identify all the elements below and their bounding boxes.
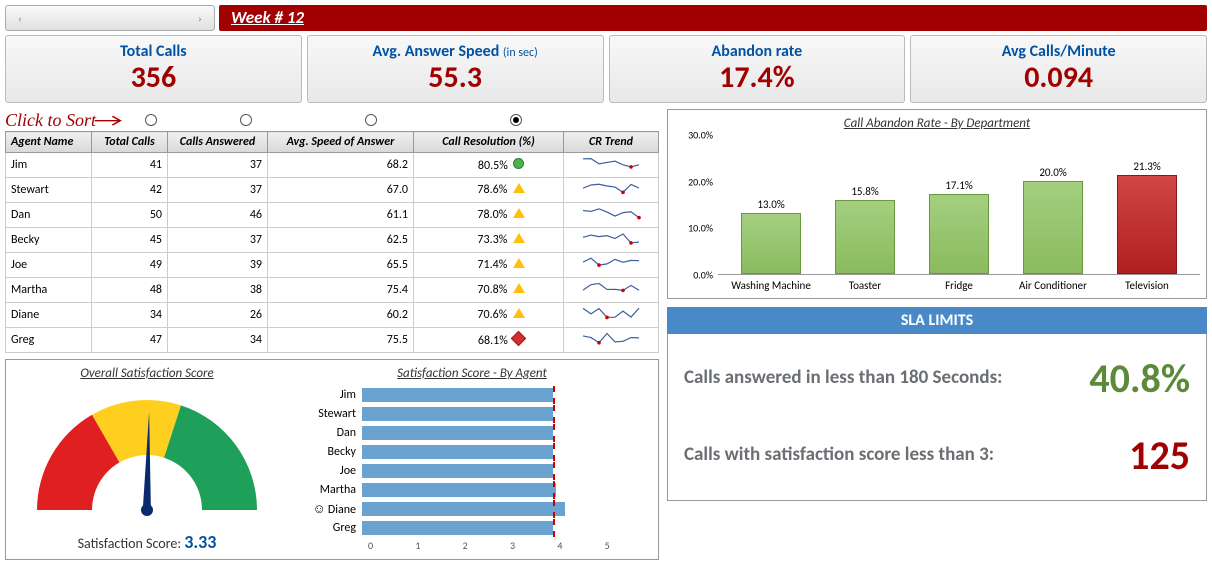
table-row: Martha483875.4 70.8% xyxy=(6,278,659,303)
col-calls-answered[interactable]: Calls Answered xyxy=(168,132,268,153)
kpi-answer-speed: Avg. Answer Speed (in sec) 55.3 xyxy=(307,35,604,103)
sat-by-agent-title: Satisfaction Score - By Agent xyxy=(292,366,652,381)
sparkline xyxy=(564,278,659,303)
dept-bar: 20.0% xyxy=(1010,166,1096,274)
sparkline xyxy=(564,228,659,253)
col-trend[interactable]: CR Trend xyxy=(564,132,659,153)
col-speed[interactable]: Avg. Speed of Answer xyxy=(268,132,414,153)
kpi-total-calls: Total Calls 356 xyxy=(5,35,302,103)
kpi-value: 17.4% xyxy=(610,61,905,94)
agent-table: Agent Name Total Calls Calls Answered Av… xyxy=(5,131,659,353)
sat-bar-row: ☺Diane xyxy=(292,499,652,518)
sparkline xyxy=(564,328,659,353)
sla-body: Calls answered in less than 180 Seconds:… xyxy=(667,334,1207,501)
sla-answered-label: Calls answered in less than 180 Seconds: xyxy=(684,367,1089,390)
gauge-chart xyxy=(22,385,272,520)
table-row: Becky453762.5 73.3% xyxy=(6,228,659,253)
sla-lowsat-value: 125 xyxy=(1129,431,1190,480)
next-week-button[interactable]: › xyxy=(192,12,208,25)
sat-bar-row: Greg xyxy=(292,518,652,537)
week-selector[interactable]: ‹ › xyxy=(5,5,215,31)
table-row: Diane342660.2 70.6% xyxy=(6,303,659,328)
dept-bar: 15.8% xyxy=(822,185,908,274)
sparkline xyxy=(564,153,659,178)
abandon-rate-chart: Call Abandon Rate - By Department 0.0%10… xyxy=(667,109,1207,299)
sat-bar-row: Jim xyxy=(292,385,652,404)
week-title: Week # 12 xyxy=(219,5,1207,31)
col-resolution[interactable]: Call Resolution (%) xyxy=(414,132,564,153)
chart-title: Call Abandon Rate - By Department xyxy=(674,116,1200,131)
table-row: Stewart423767.0 78.6% xyxy=(6,178,659,203)
sla-answered-value: 40.8% xyxy=(1089,354,1190,403)
sparkline xyxy=(564,178,659,203)
sat-bar-row: Dan xyxy=(292,423,652,442)
sparkline xyxy=(564,253,659,278)
table-row: Dan504661.1 78.0% xyxy=(6,203,659,228)
table-row: Greg473475.5 68.1% xyxy=(6,328,659,353)
sort-hint: Click to Sort xyxy=(5,110,96,131)
sla-lowsat-label: Calls with satisfaction score less than … xyxy=(684,444,1129,467)
prev-week-button[interactable]: ‹ xyxy=(12,12,28,25)
sort-radio-speed[interactable] xyxy=(365,114,377,126)
sort-radio-calls-answered[interactable] xyxy=(240,114,252,126)
sla-header: SLA LIMITS xyxy=(667,307,1207,334)
table-row: Joe493965.5 71.4% xyxy=(6,253,659,278)
sparkline xyxy=(564,303,659,328)
gauge-value-label: Satisfaction Score: 3.33 xyxy=(12,531,282,553)
sort-radio-total-calls[interactable] xyxy=(145,114,157,126)
kpi-calls-per-minute: Avg Calls/Minute 0.094 xyxy=(910,35,1207,103)
sparkline xyxy=(564,203,659,228)
gauge-title: Overall Satisfaction Score xyxy=(12,366,282,381)
dept-bar: 17.1% xyxy=(916,179,1002,274)
kpi-value: 356 xyxy=(6,61,301,94)
kpi-abandon-rate: Abandon rate 17.4% xyxy=(609,35,906,103)
dept-bar: 13.0% xyxy=(728,198,814,274)
kpi-value: 55.3 xyxy=(308,61,603,94)
arrow-icon: → xyxy=(93,115,122,125)
sat-bar-row: Martha xyxy=(292,480,652,499)
sat-bar-row: Stewart xyxy=(292,404,652,423)
kpi-value: 0.094 xyxy=(911,61,1206,94)
col-agent[interactable]: Agent Name xyxy=(6,132,92,153)
dept-bar: 21.3% xyxy=(1104,160,1190,274)
sat-bar-row: Joe xyxy=(292,461,652,480)
col-total-calls[interactable]: Total Calls xyxy=(92,132,168,153)
sort-radio-resolution[interactable] xyxy=(510,114,522,126)
table-row: Jim413768.2 80.5% xyxy=(6,153,659,178)
sat-bar-row: Becky xyxy=(292,442,652,461)
